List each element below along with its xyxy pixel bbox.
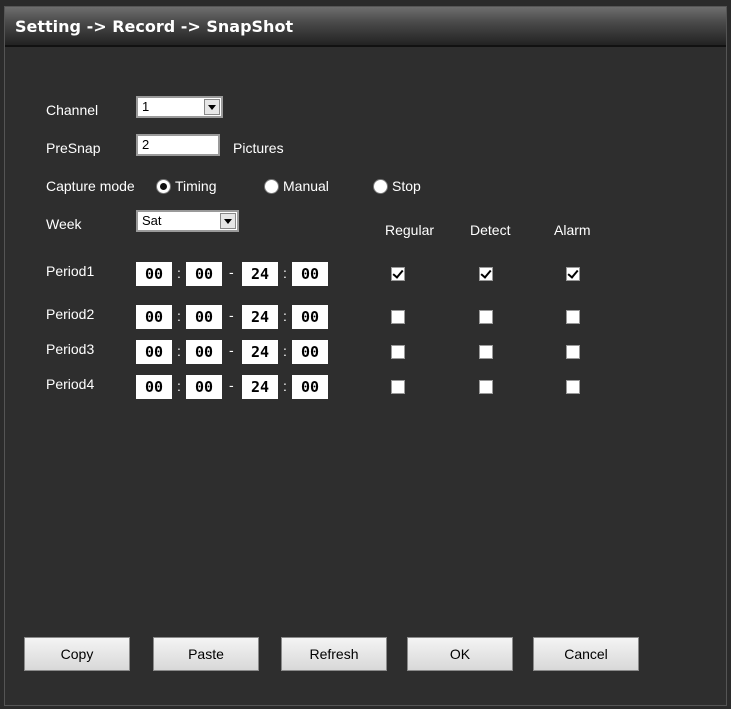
copy-button[interactable]: Copy	[24, 637, 130, 671]
channel-select[interactable]: 1	[136, 96, 223, 118]
time-separator: :	[177, 378, 181, 394]
manual-label: Manual	[283, 178, 329, 194]
period4-start-minute[interactable]: 00	[186, 375, 222, 399]
period2-end-hour[interactable]: 24	[242, 305, 278, 329]
manual-radio[interactable]	[264, 179, 279, 194]
time-separator: :	[283, 308, 287, 324]
channel-label: Channel	[46, 102, 99, 118]
time-separator: :	[283, 265, 287, 281]
presnap-input[interactable]: 2	[136, 134, 220, 156]
timing-label: Timing	[175, 178, 217, 194]
period1-start-minute[interactable]: 00	[186, 262, 222, 286]
week-value: Sat	[142, 213, 162, 228]
window-title: Setting -> Record -> SnapShot	[15, 17, 294, 36]
refresh-button[interactable]: Refresh	[281, 637, 387, 671]
time-separator: :	[177, 265, 181, 281]
period1-detect-checkbox[interactable]	[479, 267, 493, 281]
timing-radio[interactable]	[156, 179, 171, 194]
week-label: Week	[46, 216, 82, 232]
period1-end-minute[interactable]: 00	[292, 262, 328, 286]
period3-detect-checkbox[interactable]	[479, 345, 493, 359]
period2-alarm-checkbox[interactable]	[566, 310, 580, 324]
range-separator: -	[229, 377, 234, 393]
time-separator: :	[283, 378, 287, 394]
chevron-down-icon[interactable]	[220, 213, 236, 229]
period3-regular-checkbox[interactable]	[391, 345, 405, 359]
ok-button[interactable]: OK	[407, 637, 513, 671]
period4-end-hour[interactable]: 24	[242, 375, 278, 399]
stop-label: Stop	[392, 178, 421, 194]
period4-alarm-checkbox[interactable]	[566, 380, 580, 394]
presnap-unit: Pictures	[233, 140, 284, 156]
week-select[interactable]: Sat	[136, 210, 239, 232]
channel-value: 1	[142, 99, 150, 114]
period2-start-minute[interactable]: 00	[186, 305, 222, 329]
period1-start-hour[interactable]: 00	[136, 262, 172, 286]
paste-button[interactable]: Paste	[153, 637, 259, 671]
column-regular: Regular	[385, 222, 435, 238]
period3-label: Period3	[46, 341, 95, 357]
period1-label: Period1	[46, 263, 95, 279]
presnap-label: PreSnap	[46, 140, 101, 156]
period4-start-hour[interactable]: 00	[136, 375, 172, 399]
time-separator: :	[177, 308, 181, 324]
period2-regular-checkbox[interactable]	[391, 310, 405, 324]
period3-alarm-checkbox[interactable]	[566, 345, 580, 359]
period2-detect-checkbox[interactable]	[479, 310, 493, 324]
range-separator: -	[229, 264, 234, 280]
period2-end-minute[interactable]: 00	[292, 305, 328, 329]
range-separator: -	[229, 307, 234, 323]
period4-end-minute[interactable]: 00	[292, 375, 328, 399]
time-separator: :	[177, 343, 181, 359]
column-alarm: Alarm	[554, 222, 591, 238]
chevron-down-icon[interactable]	[204, 99, 220, 115]
period3-end-minute[interactable]: 00	[292, 340, 328, 364]
period4-regular-checkbox[interactable]	[391, 380, 405, 394]
period3-start-minute[interactable]: 00	[186, 340, 222, 364]
snapshot-settings-window: Setting -> Record -> SnapShot Channel 1 …	[4, 6, 727, 706]
period3-start-hour[interactable]: 00	[136, 340, 172, 364]
period1-end-hour[interactable]: 24	[242, 262, 278, 286]
period4-detect-checkbox[interactable]	[479, 380, 493, 394]
period2-start-hour[interactable]: 00	[136, 305, 172, 329]
stop-radio[interactable]	[373, 179, 388, 194]
title-bar: Setting -> Record -> SnapShot	[5, 7, 726, 47]
period2-label: Period2	[46, 306, 95, 322]
period4-label: Period4	[46, 376, 95, 392]
column-detect: Detect	[470, 222, 511, 238]
time-separator: :	[283, 343, 287, 359]
period1-alarm-checkbox[interactable]	[566, 267, 580, 281]
period1-regular-checkbox[interactable]	[391, 267, 405, 281]
capture-mode-label: Capture mode	[46, 178, 135, 194]
period3-end-hour[interactable]: 24	[242, 340, 278, 364]
range-separator: -	[229, 342, 234, 358]
cancel-button[interactable]: Cancel	[533, 637, 639, 671]
